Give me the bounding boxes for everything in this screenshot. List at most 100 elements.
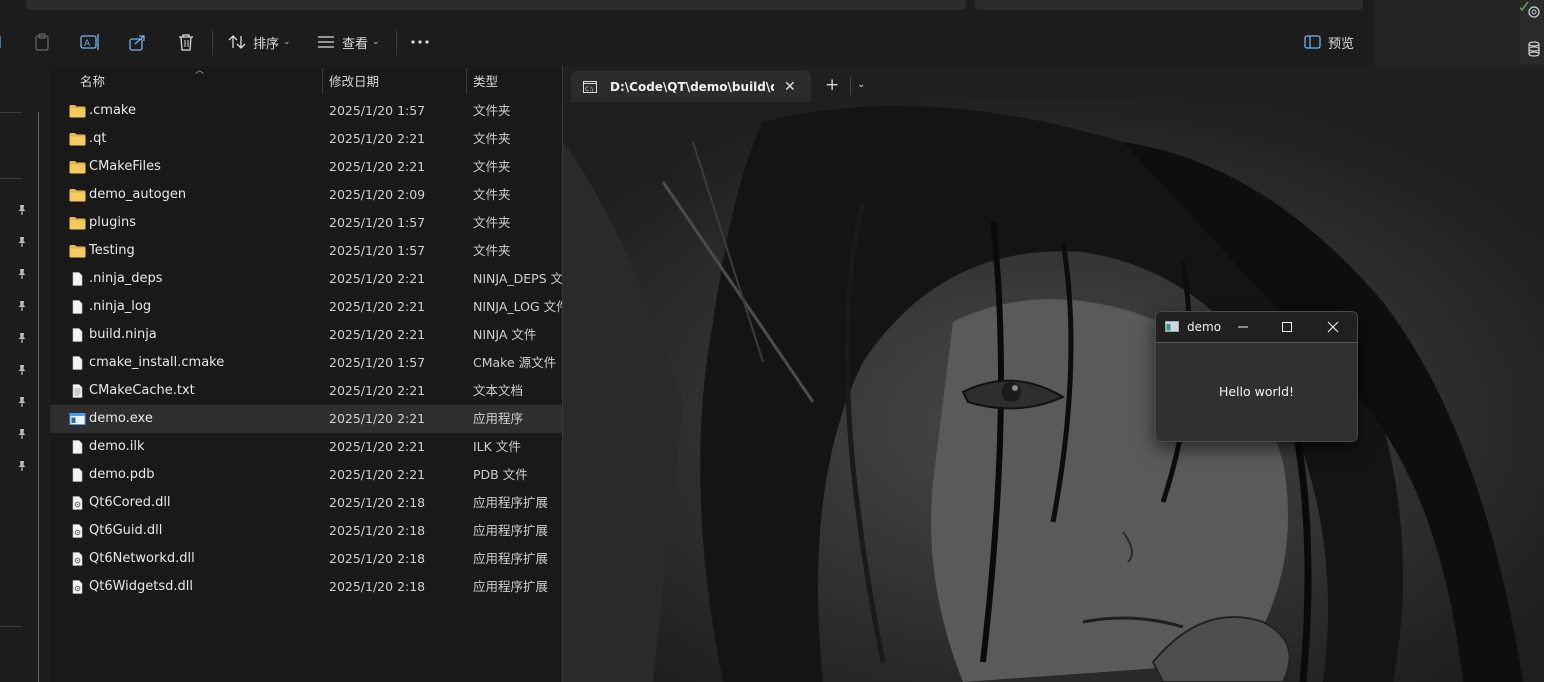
file-date: 2025/1/20 2:18: [329, 551, 426, 566]
new-tab-icon[interactable]: +: [825, 75, 839, 95]
dll-file-icon: [69, 496, 86, 510]
file-row[interactable]: .ninja_log 2025/1/20 2:21 NINJA_LOG 文件: [50, 293, 562, 321]
pin-icon[interactable]: [16, 364, 28, 376]
pin-icon[interactable]: [16, 204, 28, 216]
console-icon: C:\: [583, 80, 597, 93]
file-row[interactable]: CMakeFiles 2025/1/20 2:21 文件夹: [50, 153, 562, 181]
address-bar[interactable]: [26, 0, 966, 10]
file-row[interactable]: demo.ilk 2025/1/20 2:21 ILK 文件: [50, 433, 562, 461]
search-box[interactable]: [975, 0, 1363, 10]
file-row[interactable]: plugins 2025/1/20 1:57 文件夹: [50, 209, 562, 237]
command-bar: A 排序 ⌄ 查看 ⌄ 预览: [0, 18, 1374, 66]
pin-icon[interactable]: [16, 300, 28, 312]
file-row[interactable]: build.ninja 2025/1/20 2:21 NINJA 文件: [50, 321, 562, 349]
sort-icon: [228, 35, 246, 49]
file-list: 名称 ︿ 修改日期 类型 .cmake 2025/1/20 1:57 文件夹 .qt 2…: [50, 66, 562, 682]
terminal-tab-bar: C:\ D:\Code\QT\demo\build\demo.exe ✕ + ⌄: [563, 66, 1544, 102]
more-icon: [411, 40, 429, 44]
more-options-button[interactable]: [411, 30, 429, 54]
file-name: CMakeFiles: [89, 159, 161, 174]
file-row[interactable]: Qt6Cored.dll 2025/1/20 2:18 应用程序扩展: [50, 489, 562, 517]
file-row[interactable]: Testing 2025/1/20 1:57 文件夹: [50, 237, 562, 265]
svg-text:A: A: [84, 39, 91, 49]
dll-file-icon: [69, 580, 86, 594]
preview-pane-button[interactable]: 预览: [1304, 30, 1354, 54]
file-date: 2025/1/20 2:21: [329, 439, 426, 454]
folder-icon: [69, 188, 86, 202]
file-type: NINJA 文件: [473, 327, 537, 342]
pin-icon[interactable]: [16, 460, 28, 472]
view-button[interactable]: 查看 ⌄: [317, 30, 380, 54]
terminal-tab[interactable]: C:\ D:\Code\QT\demo\build\demo.exe ✕: [571, 71, 811, 102]
file-row[interactable]: .cmake 2025/1/20 1:57 文件夹: [50, 97, 562, 125]
pin-icon[interactable]: [16, 268, 28, 280]
side-activity-bar: [1517, 0, 1544, 64]
file-type: 应用程序: [473, 411, 524, 426]
file-name: .qt: [89, 131, 107, 146]
close-tab-icon[interactable]: ✕: [784, 79, 796, 95]
file-date: 2025/1/20 1:57: [329, 103, 426, 118]
nav-divider: [0, 626, 22, 627]
file-icon: [69, 440, 86, 454]
file-name: Qt6Cored.dll: [89, 495, 171, 510]
sort-button[interactable]: 排序 ⌄: [228, 30, 291, 54]
folder-icon: [69, 132, 86, 146]
pin-icon[interactable]: [16, 332, 28, 344]
column-header-type[interactable]: 类型: [473, 66, 498, 94]
folder-icon: [69, 244, 86, 258]
pin-icon[interactable]: [16, 236, 28, 248]
pin-icon[interactable]: [16, 428, 28, 440]
file-type: 文件夹: [473, 159, 511, 174]
terminal-background-image: [563, 102, 1544, 682]
tab-divider: [850, 77, 851, 95]
new-item-icon[interactable]: [0, 30, 4, 54]
file-row[interactable]: .qt 2025/1/20 2:21 文件夹: [50, 125, 562, 153]
terminal-window: C:\ D:\Code\QT\demo\build\demo.exe ✕ + ⌄: [562, 66, 1544, 682]
file-type: PDB 文件: [473, 467, 528, 482]
file-date: 2025/1/20 2:21: [329, 131, 426, 146]
file-row[interactable]: Qt6Widgetsd.dll 2025/1/20 2:18 应用程序扩展: [50, 573, 562, 601]
close-button[interactable]: [1323, 318, 1343, 336]
svg-text:C:\: C:\: [585, 86, 594, 93]
file-type: 文本文档: [473, 383, 524, 398]
pin-icon[interactable]: [16, 396, 28, 408]
share-icon[interactable]: [129, 30, 147, 54]
folder-icon: [69, 216, 86, 230]
file-row[interactable]: demo.pdb 2025/1/20 2:21 PDB 文件: [50, 461, 562, 489]
file-date: 2025/1/20 2:21: [329, 383, 426, 398]
demo-title-bar[interactable]: demo: [1156, 312, 1357, 343]
dll-file-icon: [69, 552, 86, 566]
preview-label: 预览: [1328, 36, 1355, 52]
column-header-name[interactable]: 名称: [80, 66, 105, 94]
rename-icon[interactable]: A: [80, 30, 100, 54]
file-name: demo_autogen: [89, 187, 187, 202]
column-divider[interactable]: [466, 68, 467, 94]
file-name: Qt6Networkd.dll: [89, 551, 195, 566]
file-rows: .cmake 2025/1/20 1:57 文件夹 .qt 2025/1/20 2:21…: [50, 97, 562, 601]
file-row[interactable]: Qt6Guid.dll 2025/1/20 2:18 应用程序扩展: [50, 517, 562, 545]
column-header-date[interactable]: 修改日期: [329, 66, 379, 94]
demo-window: demo Hello world!: [1155, 311, 1358, 442]
tab-dropdown-icon[interactable]: ⌄: [857, 79, 865, 90]
file-type: CMake 源文件: [473, 355, 557, 370]
nav-scrollbar[interactable]: [38, 112, 39, 682]
minimize-button[interactable]: [1233, 318, 1253, 336]
close-icon: [1327, 321, 1339, 333]
file-date: 2025/1/20 2:21: [329, 271, 426, 286]
delete-icon[interactable]: [177, 30, 195, 54]
column-divider[interactable]: [322, 68, 323, 94]
preview-pane-icon: [1304, 35, 1321, 49]
file-row[interactable]: demo.exe 2025/1/20 2:21 应用程序: [50, 405, 562, 433]
file-row[interactable]: CMakeCache.txt 2025/1/20 2:21 文本文档: [50, 377, 562, 405]
file-row[interactable]: .ninja_deps 2025/1/20 2:21 NINJA_DEPS 文: [50, 265, 562, 293]
file-row[interactable]: Qt6Networkd.dll 2025/1/20 2:18 应用程序扩展: [50, 545, 562, 573]
file-row[interactable]: cmake_install.cmake 2025/1/20 1:57 CMake 源…: [50, 349, 562, 377]
maximize-button[interactable]: [1277, 318, 1297, 336]
file-row[interactable]: demo_autogen 2025/1/20 2:09 文件夹: [50, 181, 562, 209]
demo-content: Hello world!: [1156, 343, 1357, 441]
file-icon: [69, 272, 86, 286]
file-name: build.ninja: [89, 327, 157, 342]
file-icon: [69, 328, 86, 342]
activity-icons: [1517, 1, 1540, 57]
file-date: 2025/1/20 2:18: [329, 579, 426, 594]
